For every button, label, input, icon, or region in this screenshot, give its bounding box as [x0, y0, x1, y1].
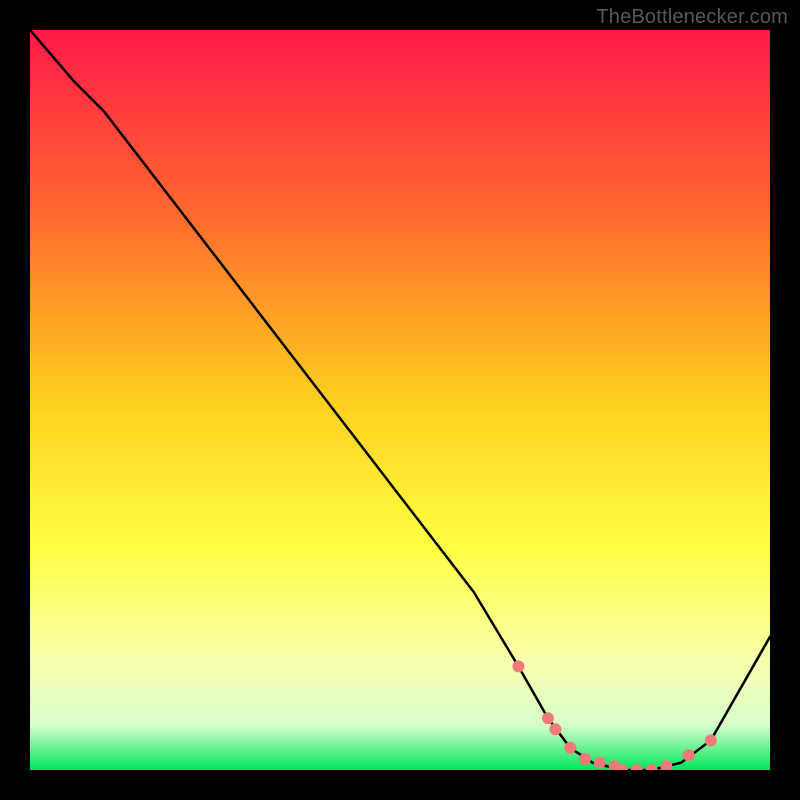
marker-dot	[512, 660, 524, 672]
marker-dot	[683, 749, 695, 761]
gradient-background	[30, 30, 770, 770]
marker-dot	[564, 742, 576, 754]
marker-dot	[542, 712, 554, 724]
marker-dot	[705, 734, 717, 746]
plot-area	[30, 30, 770, 770]
chart-container: TheBottlenecker.com	[0, 0, 800, 800]
marker-dot	[549, 723, 561, 735]
chart-svg	[30, 30, 770, 770]
marker-dot	[579, 753, 591, 765]
marker-dot	[594, 757, 606, 769]
watermark-text: TheBottlenecker.com	[596, 6, 788, 29]
